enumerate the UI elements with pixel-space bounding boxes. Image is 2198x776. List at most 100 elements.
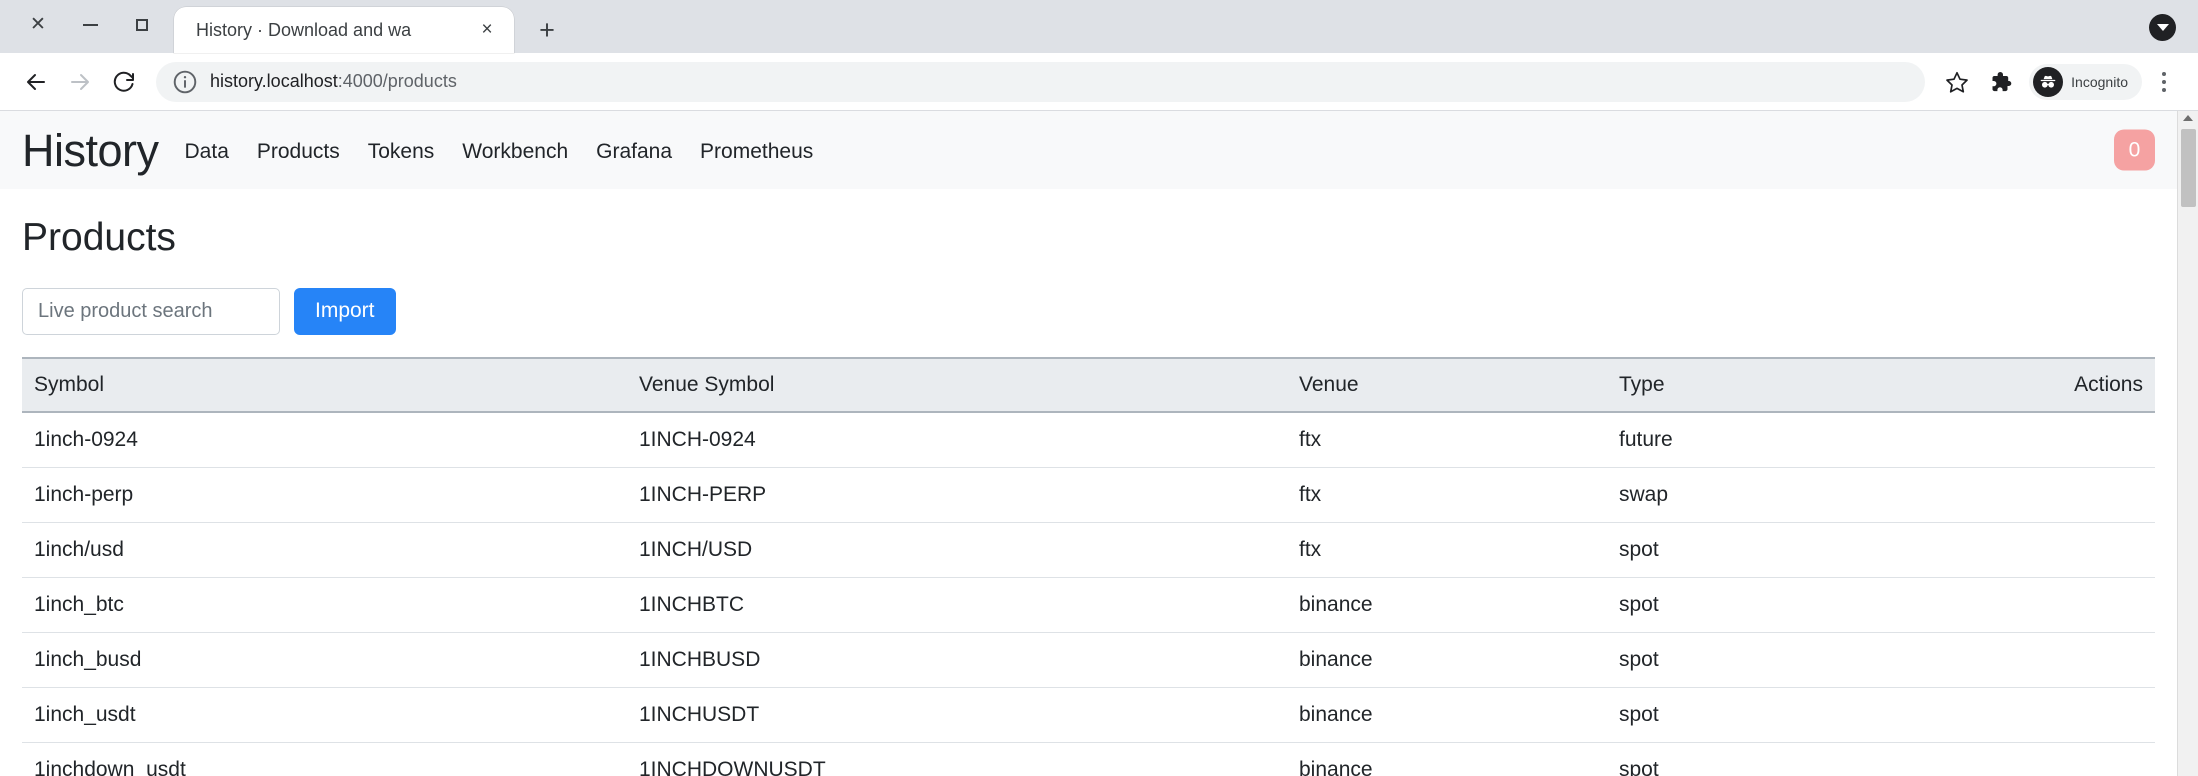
cell-venue-symbol: 1INCHDOWNUSDT — [627, 742, 1287, 776]
browser-window: ✕ History · Download and wa × + history.… — [0, 0, 2198, 776]
address-bar[interactable]: history.localhost:4000/products — [156, 61, 1926, 102]
column-header-symbol[interactable]: Symbol — [22, 356, 627, 413]
cell-venue-symbol: 1INCHUSDT — [627, 687, 1287, 743]
products-table: Symbol Venue Symbol Venue Type Actions 1… — [22, 356, 2155, 776]
cell-type: spot — [1607, 742, 2027, 776]
cell-venue-symbol: 1INCH-0924 — [627, 411, 1287, 468]
table-header-row: Symbol Venue Symbol Venue Type Actions — [22, 356, 2155, 413]
nav-item-data[interactable]: Data — [185, 140, 229, 164]
search-toolbar: Import — [22, 287, 2155, 335]
nav-item-prometheus[interactable]: Prometheus — [700, 140, 813, 164]
cell-actions[interactable] — [2027, 632, 2155, 688]
puzzle-icon — [1992, 71, 2012, 91]
column-header-actions: Actions — [2027, 356, 2155, 413]
incognito-icon — [2040, 75, 2056, 88]
table-row[interactable]: 1inchdown_usdt 1INCHDOWNUSDT binance spo… — [22, 742, 2155, 776]
tab-close-icon[interactable]: × — [474, 17, 500, 43]
cell-symbol: 1inch_usdt — [22, 687, 627, 743]
app-navbar: History Data Products Tokens Workbench G… — [0, 111, 2177, 189]
import-button[interactable]: Import — [294, 287, 396, 335]
table-row[interactable]: 1inch/usd 1INCH/USD ftx spot — [22, 522, 2155, 578]
scrollbar-up-arrow-icon[interactable] — [2178, 111, 2198, 125]
page-title: Products — [22, 216, 176, 259]
window-minimize-button[interactable] — [64, 3, 116, 47]
cell-venue-symbol: 1INCHBTC — [627, 577, 1287, 633]
table-row[interactable]: 1inch-0924 1INCH-0924 ftx future — [22, 411, 2155, 468]
cell-symbol: 1inchdown_usdt — [22, 742, 627, 776]
status-badge[interactable]: 0 — [2114, 129, 2155, 171]
incognito-avatar — [2033, 66, 2064, 97]
forward-arrow-icon — [71, 73, 89, 90]
nav-item-products[interactable]: Products — [257, 140, 340, 164]
profile-chip[interactable]: Incognito — [2029, 63, 2142, 100]
cell-symbol: 1inch_btc — [22, 577, 627, 633]
column-header-type[interactable]: Type — [1607, 356, 2027, 413]
browser-menu-button[interactable] — [2144, 60, 2184, 104]
scrollbar-thumb[interactable] — [2181, 129, 2196, 207]
cell-venue-symbol: 1INCHBUSD — [627, 632, 1287, 688]
search-input[interactable] — [22, 287, 280, 335]
bookmark-button[interactable] — [1935, 60, 1979, 104]
new-tab-button[interactable]: + — [524, 7, 570, 53]
cell-venue: ftx — [1287, 467, 1607, 523]
cell-actions[interactable] — [2027, 742, 2155, 776]
cell-actions[interactable] — [2027, 577, 2155, 633]
page-scrollbar[interactable] — [2177, 111, 2198, 776]
address-path: :4000/products — [337, 71, 457, 91]
cell-type: spot — [1607, 687, 2027, 743]
cell-venue: binance — [1287, 632, 1607, 688]
table-row[interactable]: 1inch-perp 1INCH-PERP ftx swap — [22, 467, 2155, 523]
kebab-dot — [2162, 87, 2166, 92]
cell-venue: binance — [1287, 577, 1607, 633]
window-maximize-button[interactable] — [116, 3, 168, 47]
cell-symbol: 1inch-0924 — [22, 411, 627, 468]
nav-item-grafana[interactable]: Grafana — [596, 140, 672, 164]
cell-venue: ftx — [1287, 411, 1607, 468]
cell-actions[interactable] — [2027, 522, 2155, 578]
window-close-button[interactable]: ✕ — [12, 3, 64, 47]
cell-actions[interactable] — [2027, 411, 2155, 468]
tab-strip: ✕ History · Download and wa × + — [0, 0, 2198, 53]
kebab-dot — [2162, 79, 2166, 84]
cell-venue-symbol: 1INCH/USD — [627, 522, 1287, 578]
window-controls: ✕ — [12, 0, 168, 53]
reload-button[interactable] — [102, 60, 146, 104]
cell-type: spot — [1607, 577, 2027, 633]
kebab-dot — [2162, 71, 2166, 76]
address-host: history.localhost — [210, 71, 338, 91]
main-content: Products Import Symbol Venue Symbol Venu… — [0, 215, 2177, 776]
minimize-icon — [82, 23, 98, 26]
tab-title: History · Download and wa — [196, 19, 412, 40]
page-content: History Data Products Tokens Workbench G… — [0, 111, 2177, 776]
table-row[interactable]: 1inch_btc 1INCHBTC binance spot — [22, 577, 2155, 633]
cell-venue-symbol: 1INCH-PERP — [627, 467, 1287, 523]
close-icon: ✕ — [30, 14, 46, 35]
nav-links: Data Products Tokens Workbench Grafana P… — [185, 136, 814, 164]
column-header-venue-symbol[interactable]: Venue Symbol — [627, 356, 1287, 413]
cell-symbol: 1inch_busd — [22, 632, 627, 688]
table-row[interactable]: 1inch_usdt 1INCHUSDT binance spot — [22, 687, 2155, 743]
star-icon — [1946, 71, 1969, 93]
table-row[interactable]: 1inch_busd 1INCHBUSD binance spot — [22, 632, 2155, 688]
cell-actions[interactable] — [2027, 467, 2155, 523]
profile-label: Incognito — [2071, 73, 2128, 90]
maximize-icon — [136, 18, 148, 31]
app-brand[interactable]: History — [22, 128, 159, 173]
cell-type: spot — [1607, 632, 2027, 688]
column-header-venue[interactable]: Venue — [1287, 356, 1607, 413]
back-arrow-icon — [27, 73, 45, 90]
back-button[interactable] — [14, 60, 58, 104]
extensions-button[interactable] — [1979, 60, 2023, 104]
cell-actions[interactable] — [2027, 687, 2155, 743]
chevron-down-icon[interactable] — [2149, 14, 2176, 41]
page-viewport: History Data Products Tokens Workbench G… — [0, 111, 2198, 776]
cell-venue: ftx — [1287, 522, 1607, 578]
nav-item-tokens[interactable]: Tokens — [368, 140, 435, 164]
info-icon — [173, 70, 197, 93]
cell-symbol: 1inch-perp — [22, 467, 627, 523]
cell-type: future — [1607, 411, 2027, 468]
table-header: Symbol Venue Symbol Venue Type Actions — [22, 356, 2155, 413]
nav-item-workbench[interactable]: Workbench — [462, 140, 568, 164]
forward-button[interactable] — [58, 60, 102, 104]
browser-tab[interactable]: History · Download and wa × — [174, 7, 514, 53]
